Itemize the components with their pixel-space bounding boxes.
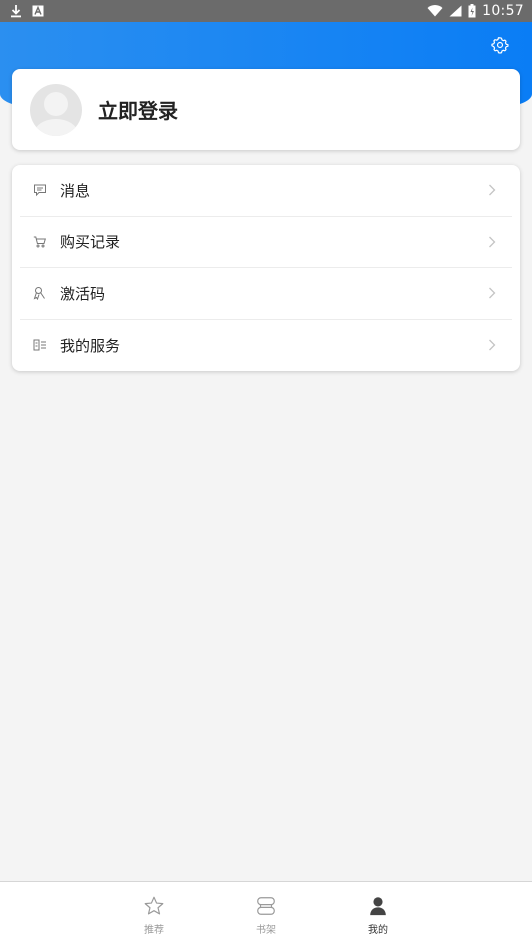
key-icon bbox=[32, 285, 48, 301]
menu-item-activation-code[interactable]: 激活码 bbox=[20, 268, 512, 320]
gear-icon bbox=[491, 36, 509, 54]
menu-item-label: 我的服务 bbox=[60, 336, 121, 355]
service-icon bbox=[32, 337, 48, 353]
chevron-right-icon bbox=[486, 236, 498, 248]
cart-icon bbox=[32, 234, 48, 250]
login-card[interactable]: 立即登录 bbox=[12, 69, 520, 150]
chevron-right-icon bbox=[486, 339, 498, 351]
status-left bbox=[10, 4, 44, 18]
login-label: 立即登录 bbox=[98, 99, 178, 123]
menu-item-label: 消息 bbox=[60, 181, 91, 200]
download-icon bbox=[10, 4, 22, 18]
menu-item-label: 购买记录 bbox=[60, 233, 121, 252]
settings-button[interactable] bbox=[490, 35, 510, 55]
status-time: 10:57 bbox=[482, 3, 524, 19]
avatar-body bbox=[34, 118, 78, 136]
menu-item-my-services[interactable]: 我的服务 bbox=[20, 320, 512, 372]
status-bar: 10:57 bbox=[0, 0, 532, 22]
avatar bbox=[30, 83, 82, 136]
status-right: 10:57 bbox=[427, 3, 524, 19]
person-icon bbox=[366, 894, 390, 918]
chevron-right-icon bbox=[486, 184, 498, 196]
bookshelf-icon bbox=[254, 894, 278, 918]
wifi-icon bbox=[427, 5, 443, 17]
signal-icon bbox=[449, 5, 462, 17]
nav-label: 我的 bbox=[368, 925, 388, 936]
battery-icon bbox=[468, 4, 476, 18]
star-icon bbox=[142, 894, 166, 918]
app-a-icon bbox=[32, 5, 44, 17]
nav-tab-bookshelf[interactable]: 书架 bbox=[210, 882, 322, 944]
avatar-head bbox=[44, 91, 68, 116]
message-icon bbox=[32, 182, 48, 198]
nav-tab-recommend[interactable]: 推荐 bbox=[98, 882, 210, 944]
nav-label: 书架 bbox=[256, 925, 276, 936]
menu-item-messages[interactable]: 消息 bbox=[20, 165, 512, 217]
nav-tab-mine[interactable]: 我的 bbox=[322, 882, 434, 944]
menu-item-purchase-history[interactable]: 购买记录 bbox=[20, 217, 512, 268]
menu-card: 消息 购买记录 激活码 我的服务 bbox=[12, 165, 520, 371]
nav-label: 推荐 bbox=[144, 925, 164, 936]
menu-item-label: 激活码 bbox=[60, 284, 106, 303]
chevron-right-icon bbox=[486, 287, 498, 299]
bottom-nav: 推荐 书架 我的 bbox=[0, 881, 532, 944]
